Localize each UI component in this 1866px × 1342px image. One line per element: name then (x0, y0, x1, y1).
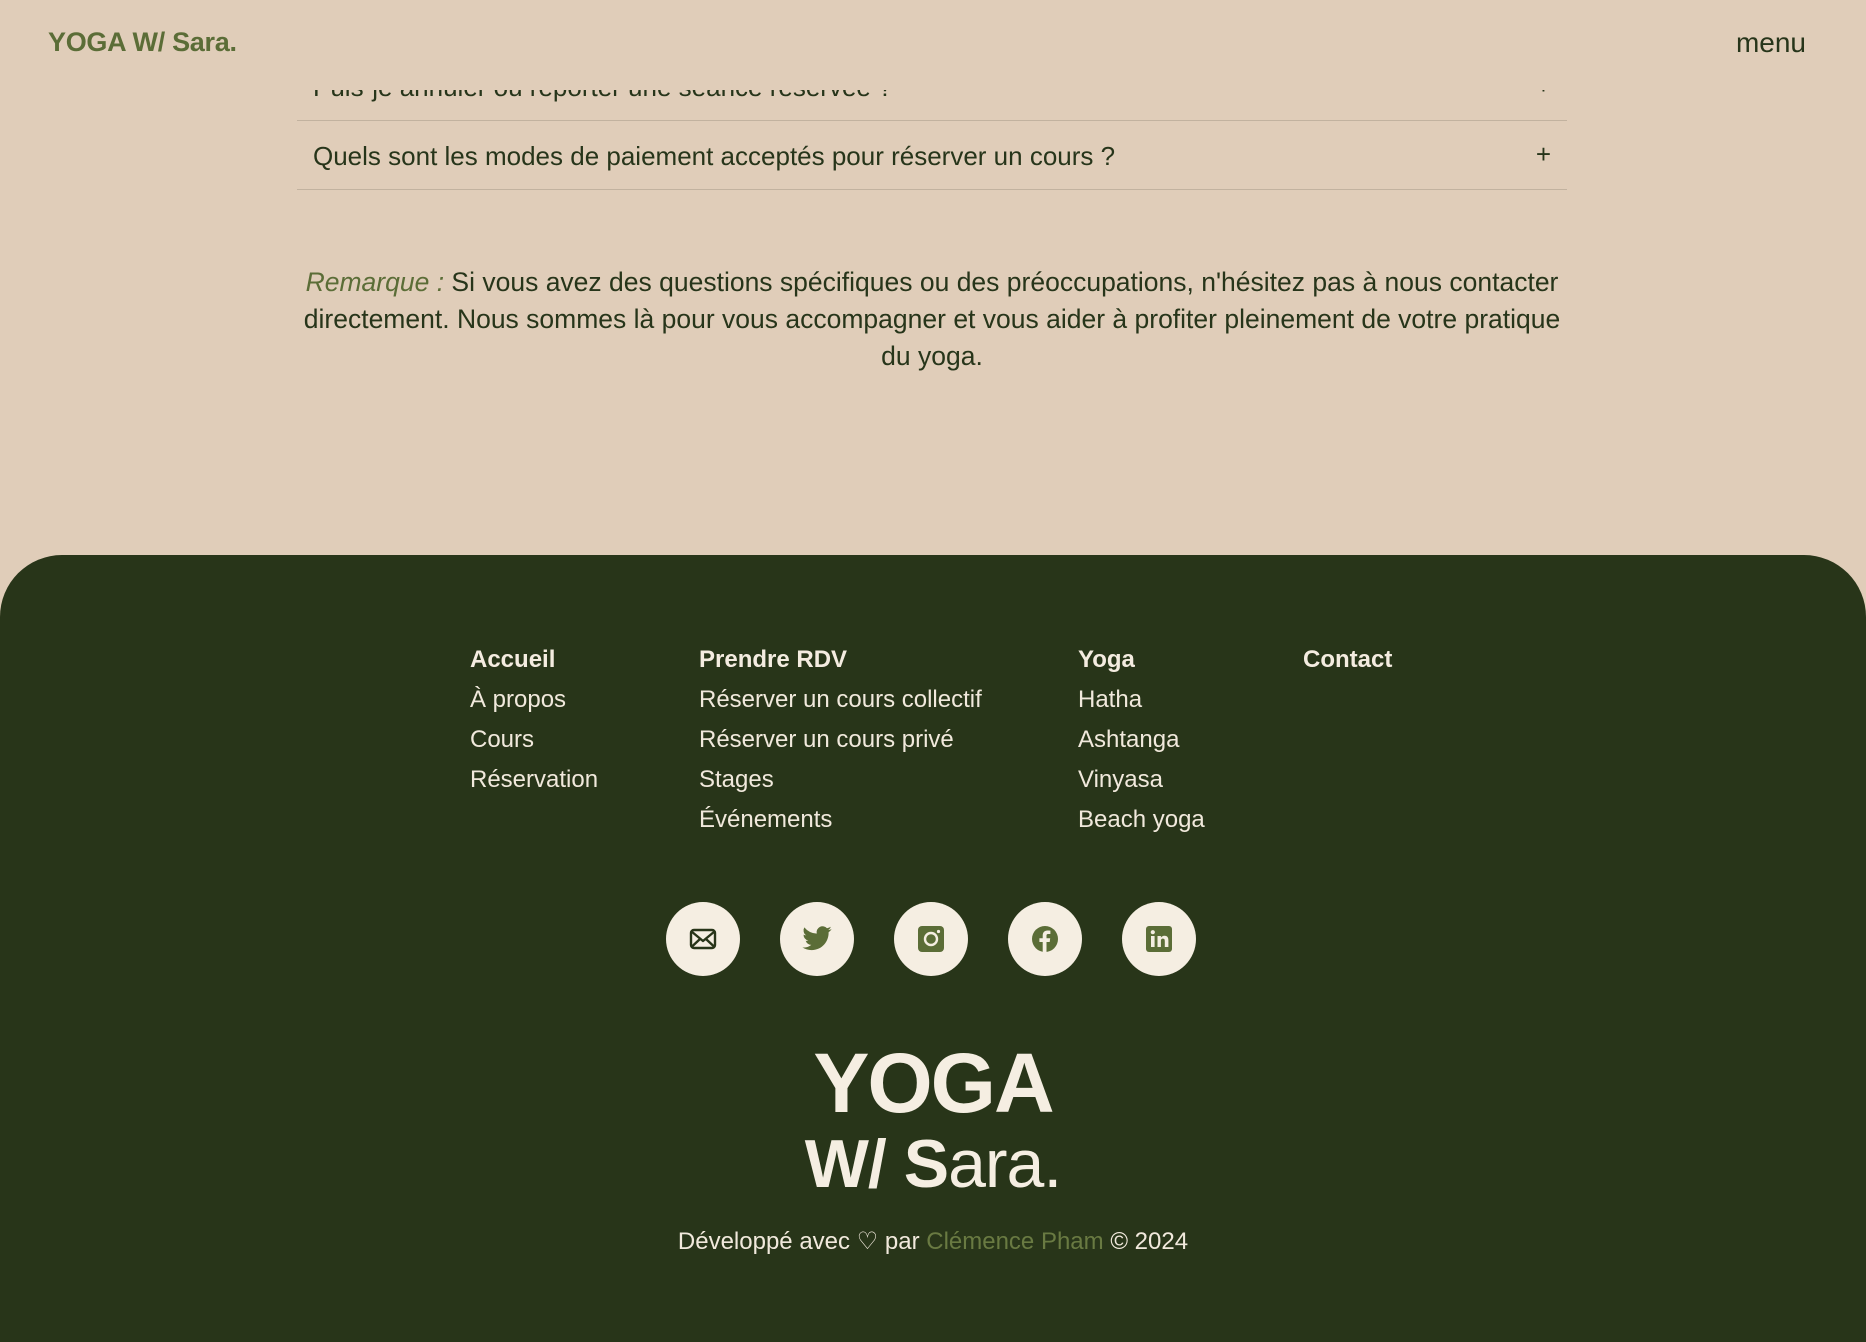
footer-column-yoga: Yoga Hatha Ashtanga Vinyasa Beach yoga (1078, 640, 1205, 840)
page: Puis-je annuler ou reporter une séance r… (0, 0, 1866, 1342)
menu-button[interactable]: menu (1736, 27, 1806, 59)
footer-credits: Développé avec ♡ par Clémence Pham © 202… (0, 1227, 1866, 1256)
site-footer: Accueil À propos Cours Réservation Prend… (0, 555, 1866, 1342)
author-link[interactable]: Clémence Pham (926, 1228, 1103, 1255)
linkedin-icon[interactable] (1122, 902, 1196, 976)
remark-note: Remarque : Si vous avez des questions sp… (297, 264, 1567, 375)
footer-column-accueil: Accueil À propos Cours Réservation (470, 640, 598, 800)
footer-link-hatha[interactable]: Hatha (1078, 680, 1205, 720)
credits-prefix: Développé avec ♡ par (677, 1228, 927, 1255)
footer-logo-line2-rest: ara. (948, 1126, 1062, 1202)
social-links (666, 902, 1198, 976)
footer-heading-accueil[interactable]: Accueil (470, 640, 598, 680)
footer-link-evenements[interactable]: Événements (699, 800, 982, 840)
footer-logo-line2: W/ Sara. (0, 1125, 1866, 1203)
footer-column-rdv: Prendre RDV Réserver un cours collectif … (699, 640, 982, 840)
footer-link-stages[interactable]: Stages (699, 760, 982, 800)
expand-icon[interactable]: + (1536, 139, 1551, 170)
footer-logo-line1: YOGA (813, 1036, 1054, 1130)
facebook-icon[interactable] (1008, 902, 1082, 976)
faq-question: Quels sont les modes de paiement accepté… (313, 141, 1116, 171)
footer-link-cours[interactable]: Cours (470, 720, 598, 760)
footer-link-vinyasa[interactable]: Vinyasa (1078, 760, 1205, 800)
footer-link-a-propos[interactable]: À propos (470, 680, 598, 720)
remark-text: Si vous avez des questions spécifiques o… (303, 267, 1561, 371)
remark-label: Remarque : (305, 267, 445, 297)
credits-suffix: © 2024 (1103, 1228, 1189, 1255)
footer-link-reservation[interactable]: Réservation (470, 760, 598, 800)
footer-heading-rdv[interactable]: Prendre RDV (699, 640, 982, 680)
footer-link-ashtanga[interactable]: Ashtanga (1078, 720, 1205, 760)
footer-heading-yoga[interactable]: Yoga (1078, 640, 1205, 680)
footer-link-cours-collectif[interactable]: Réserver un cours collectif (699, 680, 982, 720)
faq-item-payment[interactable]: Quels sont les modes de paiement accepté… (297, 121, 1567, 190)
instagram-icon[interactable] (894, 902, 968, 976)
header-logo[interactable]: YOGA W/ Sara. (48, 27, 237, 58)
footer-link-beach-yoga[interactable]: Beach yoga (1078, 800, 1205, 840)
twitter-icon[interactable] (780, 902, 854, 976)
footer-column-contact: Contact (1303, 640, 1392, 680)
footer-logo-line2-bold: W/ S (804, 1126, 949, 1202)
footer-link-cours-prive[interactable]: Réserver un cours privé (699, 720, 982, 760)
site-header: YOGA W/ Sara. menu (0, 0, 1866, 90)
mail-icon[interactable] (666, 902, 740, 976)
footer-heading-contact[interactable]: Contact (1303, 640, 1392, 680)
